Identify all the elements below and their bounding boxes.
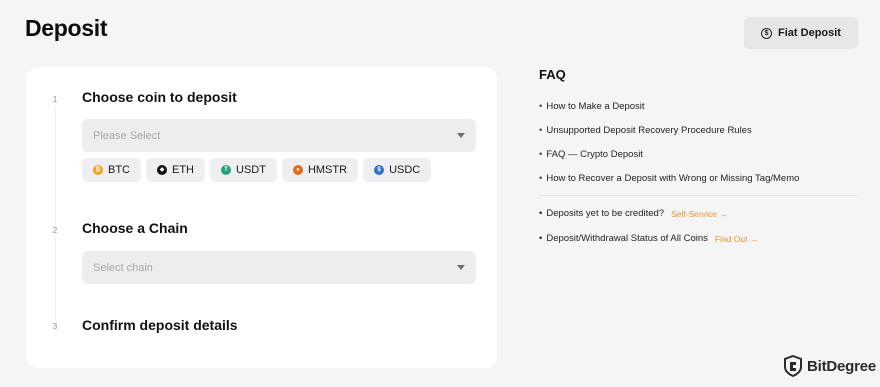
coin-chip-label: BTC [108, 164, 130, 176]
coin-chip-hmstr[interactable]: ● HMSTR [281, 158, 359, 182]
faq-item-label[interactable]: How to Recover a Deposit with Wrong or M… [546, 172, 799, 196]
currency-icon: $ [761, 27, 773, 39]
faq-help-links: • Deposits yet to be credited? Self-Serv… [539, 207, 758, 257]
step-title-choose-coin: Choose coin to deposit [82, 89, 237, 105]
coin-select-placeholder: Please Select [93, 129, 161, 142]
chain-select-placeholder: Select chain [93, 261, 153, 274]
faq-item-label[interactable]: FAQ — Crypto Deposit [546, 148, 643, 172]
help-item-text: Deposits yet to be credited? [546, 208, 665, 219]
help-item-text: Deposit/Withdrawal Status of All Coins [546, 233, 708, 244]
chevron-down-icon [457, 133, 465, 138]
fiat-deposit-label: Fiat Deposit [778, 27, 841, 39]
usdt-icon: T [221, 165, 231, 175]
faq-list: • How to Make a Deposit • Unsupported Depo… [539, 100, 799, 196]
eth-icon: ◆ [157, 165, 167, 175]
bullet: • [539, 125, 543, 136]
usdc-icon: $ [374, 165, 385, 175]
step-title-confirm-details: Confirm deposit details [82, 317, 238, 333]
bullet: • [539, 101, 543, 112]
step-connector-line [55, 107, 56, 327]
bullet: • [539, 173, 543, 184]
coin-chip-usdc[interactable]: $ USDC [363, 158, 432, 182]
coin-chip-btc[interactable]: ₿ BTC [82, 158, 141, 182]
bullet: • [539, 233, 543, 244]
coin-chip-label: USDT [236, 164, 266, 176]
hmstr-icon: ● [292, 165, 303, 175]
faq-item[interactable]: • Unsupported Deposit Recovery Procedure … [539, 124, 799, 148]
bitdegree-watermark: BitDegree [783, 355, 876, 377]
fiat-deposit-button[interactable]: $ Fiat Deposit [744, 17, 858, 49]
faq-item-label[interactable]: Unsupported Deposit Recovery Procedure R… [546, 124, 751, 148]
page-title: Deposit [25, 15, 108, 41]
step-number: 3 [48, 320, 62, 334]
faq-item[interactable]: • FAQ — Crypto Deposit [539, 148, 799, 172]
faq-divider [539, 195, 857, 196]
coin-chip-label: HMSTR [307, 164, 348, 176]
coin-chip-label: USDC [389, 164, 421, 176]
chain-select-dropdown[interactable]: Select chain [82, 251, 476, 284]
coin-chip-eth[interactable]: ◆ ETH [146, 158, 205, 182]
bitdegree-shield-icon [784, 355, 802, 377]
step-number: 2 [48, 224, 62, 238]
step-title-choose-chain: Choose a Chain [82, 220, 188, 236]
self-service-link[interactable]: Self-Service → [671, 207, 728, 232]
coin-chip-label: ETH [172, 164, 194, 176]
bullet: • [539, 149, 543, 160]
bullet: • [539, 208, 543, 219]
chevron-down-icon [457, 265, 465, 270]
step-number: 1 [48, 93, 62, 107]
find-out-link[interactable]: Find Out → [715, 232, 758, 257]
help-item-uncredited: • Deposits yet to be credited? Self-Serv… [539, 207, 758, 232]
faq-item[interactable]: • How to Recover a Deposit with Wrong or … [539, 172, 799, 196]
faq-item-label[interactable]: How to Make a Deposit [546, 100, 644, 124]
faq-title: FAQ [539, 67, 566, 82]
coin-chip-usdt[interactable]: T USDT [210, 158, 277, 182]
popular-coins: ₿ BTC ◆ ETH T USDT ● HMSTR $ USDC [82, 158, 432, 182]
help-item-status: • Deposit/Withdrawal Status of All Coins… [539, 232, 758, 257]
btc-icon: ₿ [93, 165, 103, 175]
bitdegree-wordmark: BitDegree [807, 357, 877, 375]
coin-select-dropdown[interactable]: Please Select [82, 119, 476, 152]
deposit-form-card: 1 Choose coin to deposit Please Select ₿… [26, 67, 497, 368]
faq-item[interactable]: • How to Make a Deposit [539, 100, 799, 124]
